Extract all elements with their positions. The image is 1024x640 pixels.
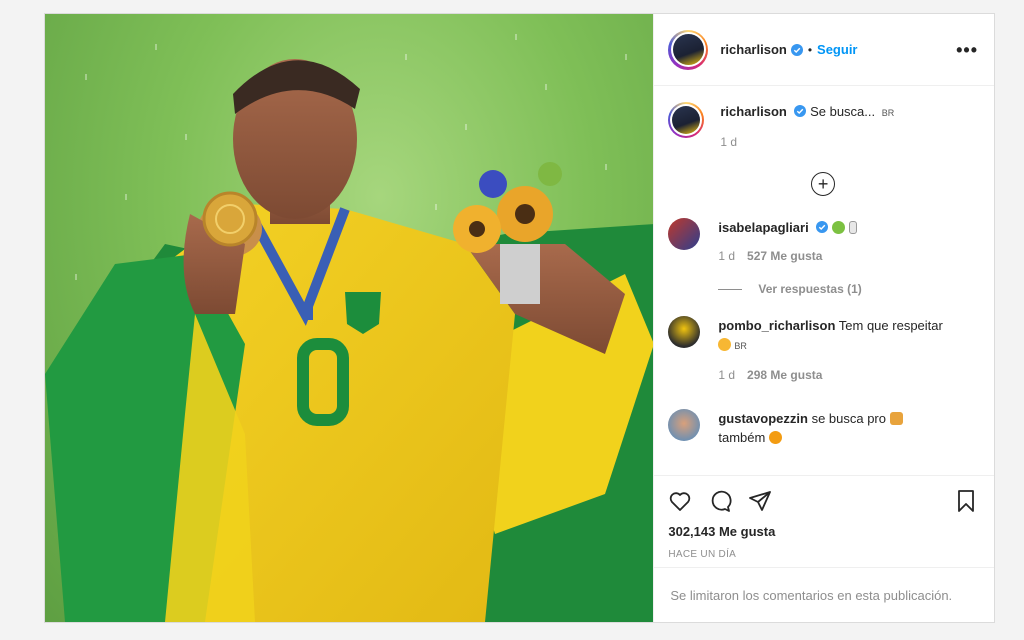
commenter-avatar[interactable] (668, 316, 701, 348)
comment-likes[interactable]: 298 Me gusta (747, 368, 822, 382)
view-replies-button[interactable]: Ver respuestas (1) (718, 282, 978, 296)
comment: isabelapagliari 1 d 527 Me gusta (668, 218, 978, 266)
replies-divider (718, 288, 743, 290)
like-count[interactable]: 302,143 Me gusta (668, 524, 978, 539)
comment: pombo_richarlison Tem que respeitar BR 1… (668, 316, 978, 385)
instagram-post: richarlison • Seguir ••• richarlison Se … (44, 13, 995, 623)
more-options-icon[interactable]: ••• (956, 41, 978, 59)
comment-username[interactable]: gustavopezzin (718, 411, 808, 426)
comment-text: Tem que respeitar (838, 318, 943, 333)
comment-time[interactable]: 1 d (718, 249, 735, 263)
verified-icon (790, 43, 803, 56)
caption-username[interactable]: richarlison (720, 104, 786, 119)
post-photo[interactable] (45, 14, 654, 622)
green-apple-emoji-icon (831, 221, 845, 234)
bookmark-icon[interactable] (954, 489, 978, 513)
caption-avatar[interactable] (668, 102, 705, 138)
separator-dot: • (807, 42, 813, 57)
comment-username[interactable]: pombo_richarlison (718, 318, 835, 333)
caption-text: Se busca... (810, 104, 876, 119)
comment-username[interactable]: isabelapagliari (718, 220, 808, 235)
view-replies-label: Ver respuestas (1) (758, 282, 862, 296)
comment-icon[interactable] (708, 489, 732, 513)
comment-time[interactable]: 1 d (718, 368, 735, 382)
verified-icon (816, 221, 829, 233)
comment: gustavopezzin se busca pro também (668, 409, 978, 447)
tongue-face-emoji-icon (768, 431, 782, 444)
heart-icon[interactable] (668, 489, 692, 513)
post-actions: 302,143 Me gusta HACE UN DÍA (654, 475, 994, 567)
load-more-comments: + (668, 172, 978, 196)
commenter-avatar[interactable] (668, 218, 701, 250)
follow-button[interactable]: Seguir (817, 42, 857, 57)
plus-circle-icon[interactable]: + (811, 172, 836, 196)
caption: richarlison Se busca... BR 1 d (668, 102, 978, 152)
caption-time[interactable]: 1 d (720, 135, 737, 149)
post-timestamp[interactable]: HACE UN DÍA (668, 549, 978, 560)
comment-text: se busca pro (811, 411, 886, 426)
comment-likes[interactable]: 527 Me gusta (747, 249, 822, 263)
bottle-emoji-icon (848, 221, 857, 234)
comments-limited-notice: Se limitaron los comentarios en esta pub… (654, 567, 994, 622)
verified-icon (794, 105, 807, 117)
commenter-avatar[interactable] (668, 409, 701, 441)
author-avatar[interactable] (668, 29, 709, 70)
comment-text-2: também (718, 430, 766, 445)
lion-emoji-icon (889, 412, 903, 425)
athlete-photo (45, 34, 654, 622)
post-header: richarlison • Seguir ••• (654, 14, 994, 86)
grinning-face-emoji-icon (718, 338, 732, 351)
post-side-panel: richarlison • Seguir ••• richarlison Se … (653, 14, 994, 622)
flag-br-icon: BR (734, 341, 747, 351)
flag-br-icon: BR (881, 108, 895, 118)
comments-list: richarlison Se busca... BR 1 d + isabela… (654, 86, 994, 475)
author-username[interactable]: richarlison (720, 42, 786, 57)
share-icon[interactable] (748, 489, 772, 513)
